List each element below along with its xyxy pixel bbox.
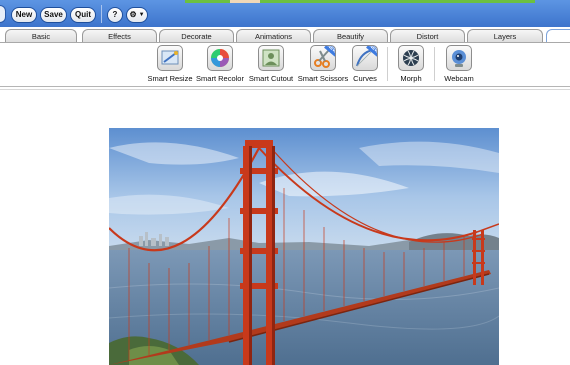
curves-icon: NEW xyxy=(352,45,378,71)
tab-basic[interactable]: Basic xyxy=(5,29,77,43)
morph-tool[interactable]: Morph xyxy=(396,45,426,83)
quit-button[interactable]: Quit xyxy=(70,7,96,23)
toolbar-edge-tab[interactable] xyxy=(0,5,6,23)
smart-scissors-tool[interactable]: NEW Smart Scissors xyxy=(297,45,349,83)
tab-layers[interactable]: Layers xyxy=(467,29,543,43)
golden-gate-bridge-image xyxy=(109,128,499,365)
canvas-photo[interactable] xyxy=(109,128,499,365)
tab-active[interactable] xyxy=(546,29,570,43)
tool-label: Smart Scissors xyxy=(297,74,349,83)
gear-icon: ⚙ xyxy=(129,10,137,19)
webcam-icon xyxy=(446,45,472,71)
smart-cutout-icon xyxy=(258,45,284,71)
curves-tool[interactable]: NEW Curves xyxy=(350,45,380,83)
toolbar-separator xyxy=(101,5,102,23)
tab-effects[interactable]: Effects xyxy=(82,29,157,43)
tool-label: Smart Cutout xyxy=(248,74,294,83)
top-toolbar: New Save Quit ? ⚙ ▼ xyxy=(0,0,570,27)
header-banner-peek xyxy=(230,0,260,3)
smart-cutout-tool[interactable]: Smart Cutout xyxy=(248,45,294,83)
save-button[interactable]: Save xyxy=(40,7,67,23)
chevron-down-icon: ▼ xyxy=(138,12,145,18)
tool-label: Morph xyxy=(400,74,422,83)
tool-separator xyxy=(434,47,435,81)
new-button[interactable]: New xyxy=(11,7,37,23)
settings-button[interactable]: ⚙ ▼ xyxy=(126,7,148,23)
tool-label: Smart Recolor xyxy=(196,74,244,83)
tool-label: Curves xyxy=(353,74,377,83)
webcam-tool[interactable]: Webcam xyxy=(443,45,475,83)
tab-decorate[interactable]: Decorate xyxy=(159,29,234,43)
tab-distort[interactable]: Distort xyxy=(390,29,465,43)
morph-icon xyxy=(398,45,424,71)
smart-resize-icon xyxy=(157,45,183,71)
toolbar-divider xyxy=(0,86,570,87)
tab-beautify[interactable]: Beautify xyxy=(313,29,388,43)
tool-separator xyxy=(387,47,388,81)
tab-animations[interactable]: Animations xyxy=(236,29,311,43)
tab-baseline xyxy=(0,42,570,43)
toolbar-divider xyxy=(0,89,570,90)
help-button[interactable]: ? xyxy=(107,7,123,23)
smart-resize-tool[interactable]: Smart Resize xyxy=(147,45,193,83)
smart-recolor-icon xyxy=(207,45,233,71)
category-tabs: Basic Effects Decorate Animations Beauti… xyxy=(0,29,570,43)
tool-label: Webcam xyxy=(444,74,474,83)
smart-recolor-tool[interactable]: Smart Recolor xyxy=(196,45,244,83)
smart-scissors-icon: NEW xyxy=(310,45,336,71)
tool-label: Smart Resize xyxy=(147,74,193,83)
